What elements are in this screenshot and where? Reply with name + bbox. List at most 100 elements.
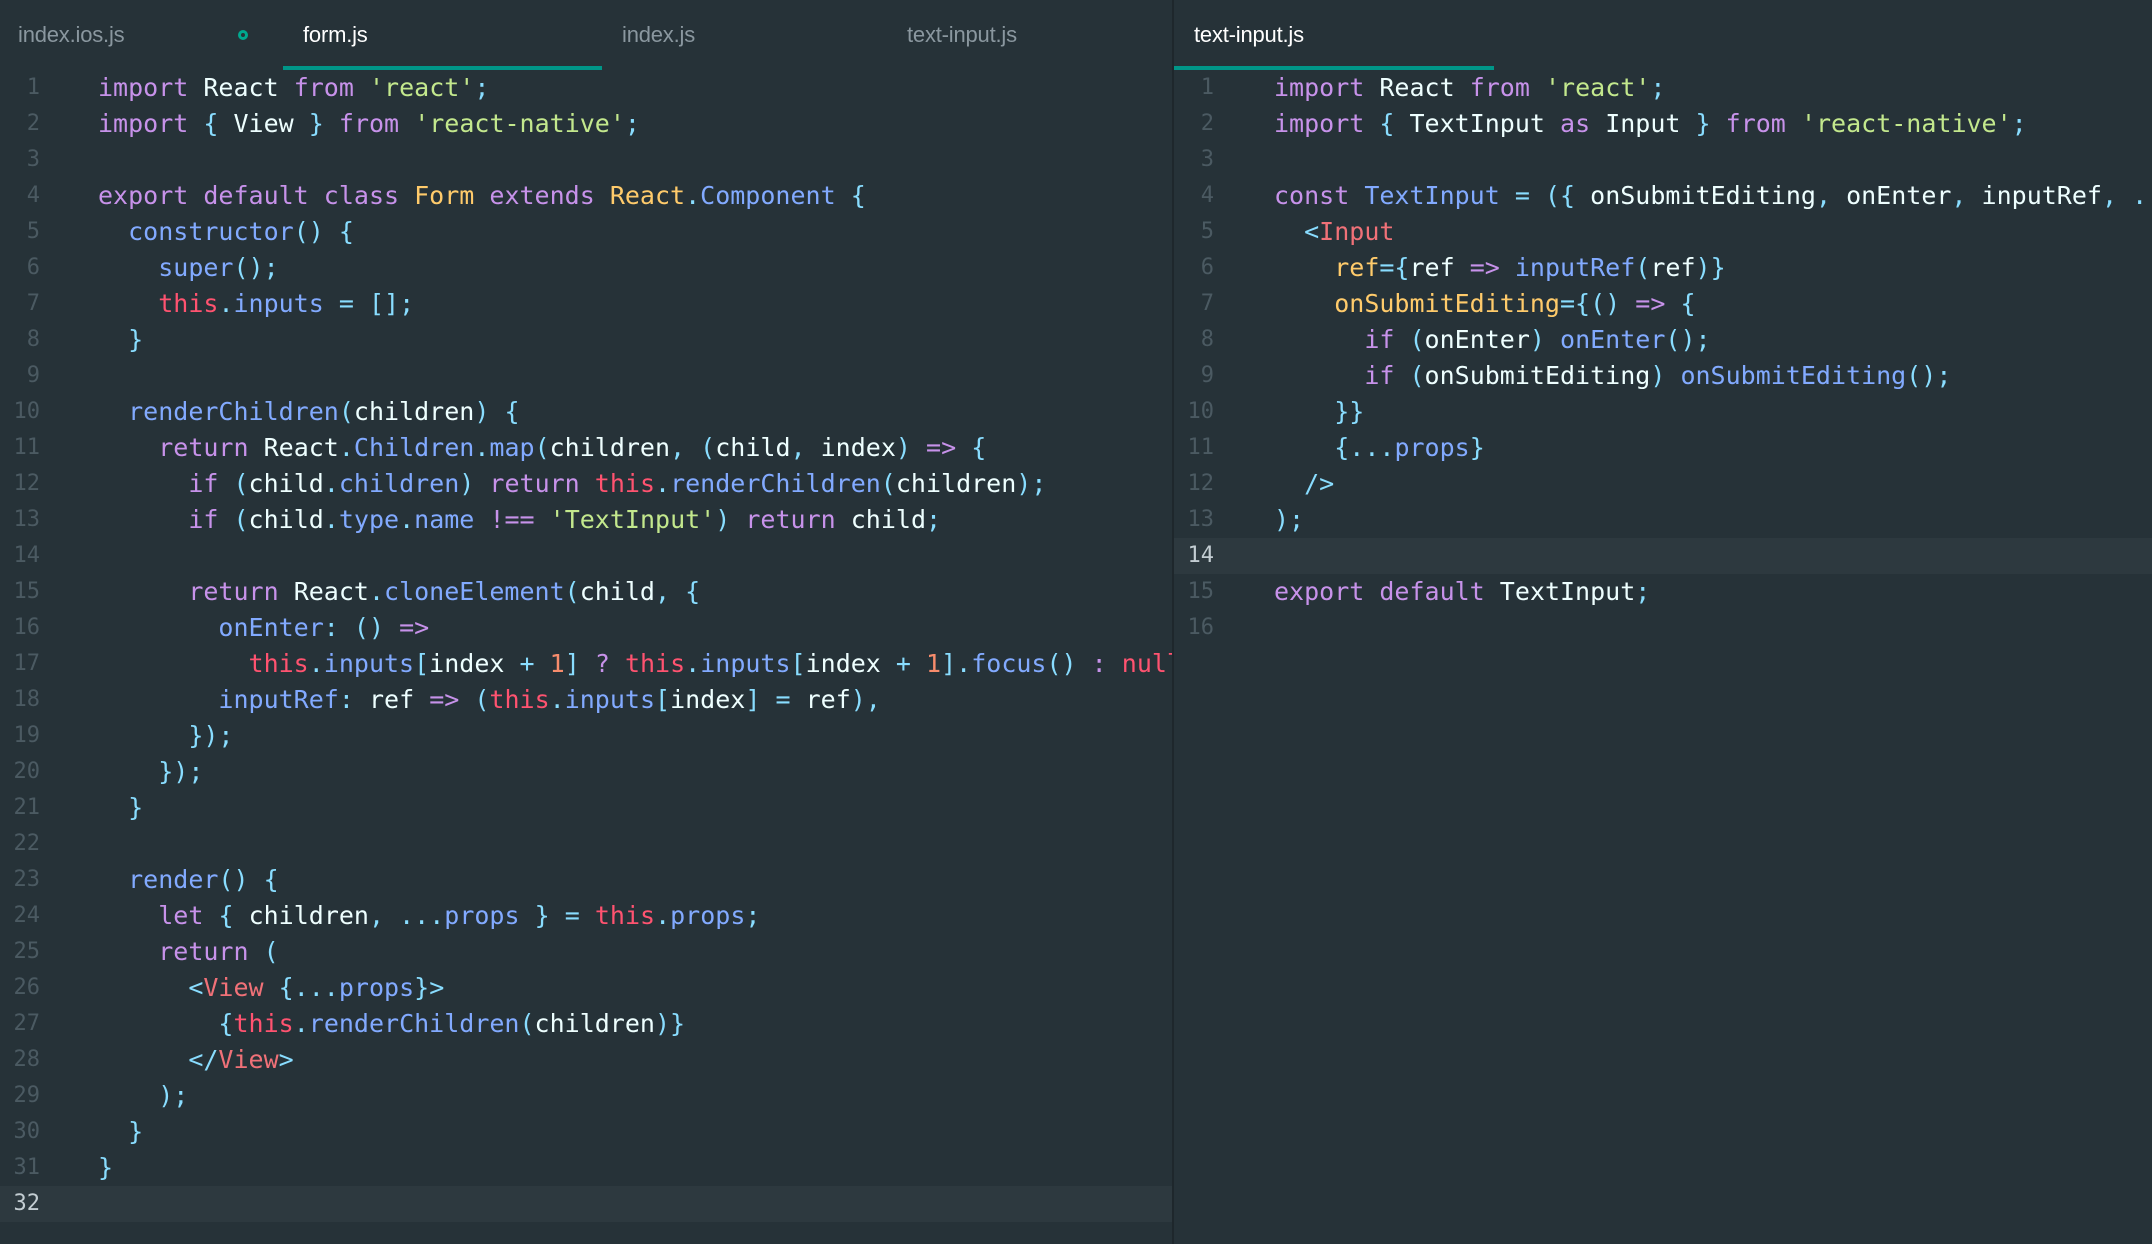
code-line[interactable]: 2import { View } from 'react-native'; [0,106,1172,142]
tab-index-js[interactable]: index.js [602,0,889,70]
code-text: import { View } from 'react-native'; [98,106,640,142]
tab-text-input-js[interactable]: text-input.js [1174,0,1494,70]
code-line[interactable]: 25 return ( [0,934,1172,970]
code-line[interactable]: 10 }} [1174,394,2152,430]
code-line[interactable]: 27 {this.renderChildren(children)} [0,1006,1172,1042]
code-text: import { TextInput as Input } from 'reac… [1274,106,2027,142]
code-line[interactable]: 15 return React.cloneElement(child, { [0,574,1172,610]
code-text: }} [1274,394,1364,430]
code-line[interactable]: 32 [0,1186,1172,1222]
line-number: 9 [1174,358,1214,394]
line-number: 3 [0,142,40,178]
code-text: this.inputs = []; [98,286,414,322]
line-number: 12 [1174,466,1214,502]
code-line[interactable]: 2import { TextInput as Input } from 'rea… [1174,106,2152,142]
code-text: export default TextInput; [1274,574,1650,610]
code-line[interactable]: 19 }); [0,718,1172,754]
code-line[interactable]: 7 this.inputs = []; [0,286,1172,322]
line-number: 8 [0,322,40,358]
code-line[interactable]: 8 if (onEnter) onEnter(); [1174,322,2152,358]
code-line[interactable]: 3 [0,142,1172,178]
line-number: 18 [0,682,40,718]
code-line[interactable]: 29 ); [0,1078,1172,1114]
line-number: 29 [0,1078,40,1114]
code-line[interactable]: 5 constructor() { [0,214,1172,250]
code-text: </View> [98,1042,294,1078]
tab-label: text-input.js [1194,22,1304,48]
code-line[interactable]: 31} [0,1150,1172,1186]
code-line[interactable]: 12 if (child.children) return this.rende… [0,466,1172,502]
code-line[interactable]: 9 if (onSubmitEditing) onSubmitEditing()… [1174,358,2152,394]
code-text: return ( [98,934,279,970]
code-line[interactable]: 14 [1174,538,2152,574]
line-number: 11 [1174,430,1214,466]
code-line[interactable]: 28 </View> [0,1042,1172,1078]
code-text: /> [1274,466,1334,502]
line-number: 5 [0,214,40,250]
code-line[interactable]: 1import React from 'react'; [1174,70,2152,106]
code-line[interactable]: 7 onSubmitEditing={() => { [1174,286,2152,322]
code-line[interactable]: 3 [1174,142,2152,178]
code-line[interactable]: 4const TextInput = ({ onSubmitEditing, o… [1174,178,2152,214]
code-line[interactable]: 20 }); [0,754,1172,790]
code-text: } [98,322,143,358]
code-line[interactable]: 10 renderChildren(children) { [0,394,1172,430]
tab-form-js[interactable]: form.js [283,0,602,70]
tab-index-ios-js[interactable]: index.ios.js [0,0,283,70]
code-line[interactable]: 5 <Input [1174,214,2152,250]
code-text: onEnter: () => [98,610,429,646]
code-text: render() { [98,862,279,898]
code-line[interactable]: 9 [0,358,1172,394]
left-editor-pane[interactable]: index.ios.js form.js index.js text-input… [0,0,1172,1244]
modified-indicator-icon [238,30,248,40]
code-line[interactable]: 1import React from 'react'; [0,70,1172,106]
line-number: 1 [0,70,40,106]
code-text: if (child.type.name !== 'TextInput') ret… [98,502,941,538]
code-line[interactable]: 21 } [0,790,1172,826]
code-line[interactable]: 13); [1174,502,2152,538]
tab-text-input-js[interactable]: text-input.js [889,0,1172,70]
line-number: 6 [1174,250,1214,286]
code-line[interactable]: 30 } [0,1114,1172,1150]
line-number: 27 [0,1006,40,1042]
code-line[interactable]: 15export default TextInput; [1174,574,2152,610]
code-line[interactable]: 24 let { children, ...props } = this.pro… [0,898,1172,934]
line-number: 5 [1174,214,1214,250]
code-text: } [98,790,143,826]
code-line[interactable]: 4export default class Form extends React… [0,178,1172,214]
code-line[interactable]: 11 return React.Children.map(children, (… [0,430,1172,466]
code-line[interactable]: 11 {...props} [1174,430,2152,466]
code-line[interactable]: 17 this.inputs[index + 1] ? this.inputs[… [0,646,1172,682]
code-text: constructor() { [98,214,354,250]
code-text: inputRef: ref => (this.inputs[index] = r… [98,682,881,718]
code-text: ); [98,1078,188,1114]
tab-label: form.js [303,22,368,48]
line-number: 12 [0,466,40,502]
code-line[interactable]: 26 <View {...props}> [0,970,1172,1006]
line-number: 30 [0,1114,40,1150]
code-editor[interactable]: 1import React from 'react';2import { Tex… [1174,70,2152,1244]
code-line[interactable]: 22 [0,826,1172,862]
code-text: {this.renderChildren(children)} [98,1006,685,1042]
line-number: 22 [0,826,40,862]
code-line[interactable]: 12 /> [1174,466,2152,502]
code-line[interactable]: 8 } [0,322,1172,358]
code-line[interactable]: 16 onEnter: () => [0,610,1172,646]
code-text: return React.cloneElement(child, { [98,574,700,610]
code-line[interactable]: 13 if (child.type.name !== 'TextInput') … [0,502,1172,538]
code-line[interactable]: 16 [1174,610,2152,646]
code-line[interactable]: 14 [0,538,1172,574]
line-number: 21 [0,790,40,826]
code-text: <View {...props}> [98,970,444,1006]
code-text: {...props} [1274,430,1485,466]
line-number: 14 [0,538,40,574]
code-line[interactable]: 6 ref={ref => inputRef(ref)} [1174,250,2152,286]
code-line[interactable]: 18 inputRef: ref => (this.inputs[index] … [0,682,1172,718]
right-editor-pane[interactable]: text-input.js 1import React from 'react'… [1174,0,2152,1244]
code-editor[interactable]: 1import React from 'react';2import { Vie… [0,70,1172,1244]
line-number: 6 [0,250,40,286]
code-line[interactable]: 23 render() { [0,862,1172,898]
line-number: 10 [1174,394,1214,430]
code-line[interactable]: 6 super(); [0,250,1172,286]
right-tab-bar: text-input.js [1174,0,2152,70]
